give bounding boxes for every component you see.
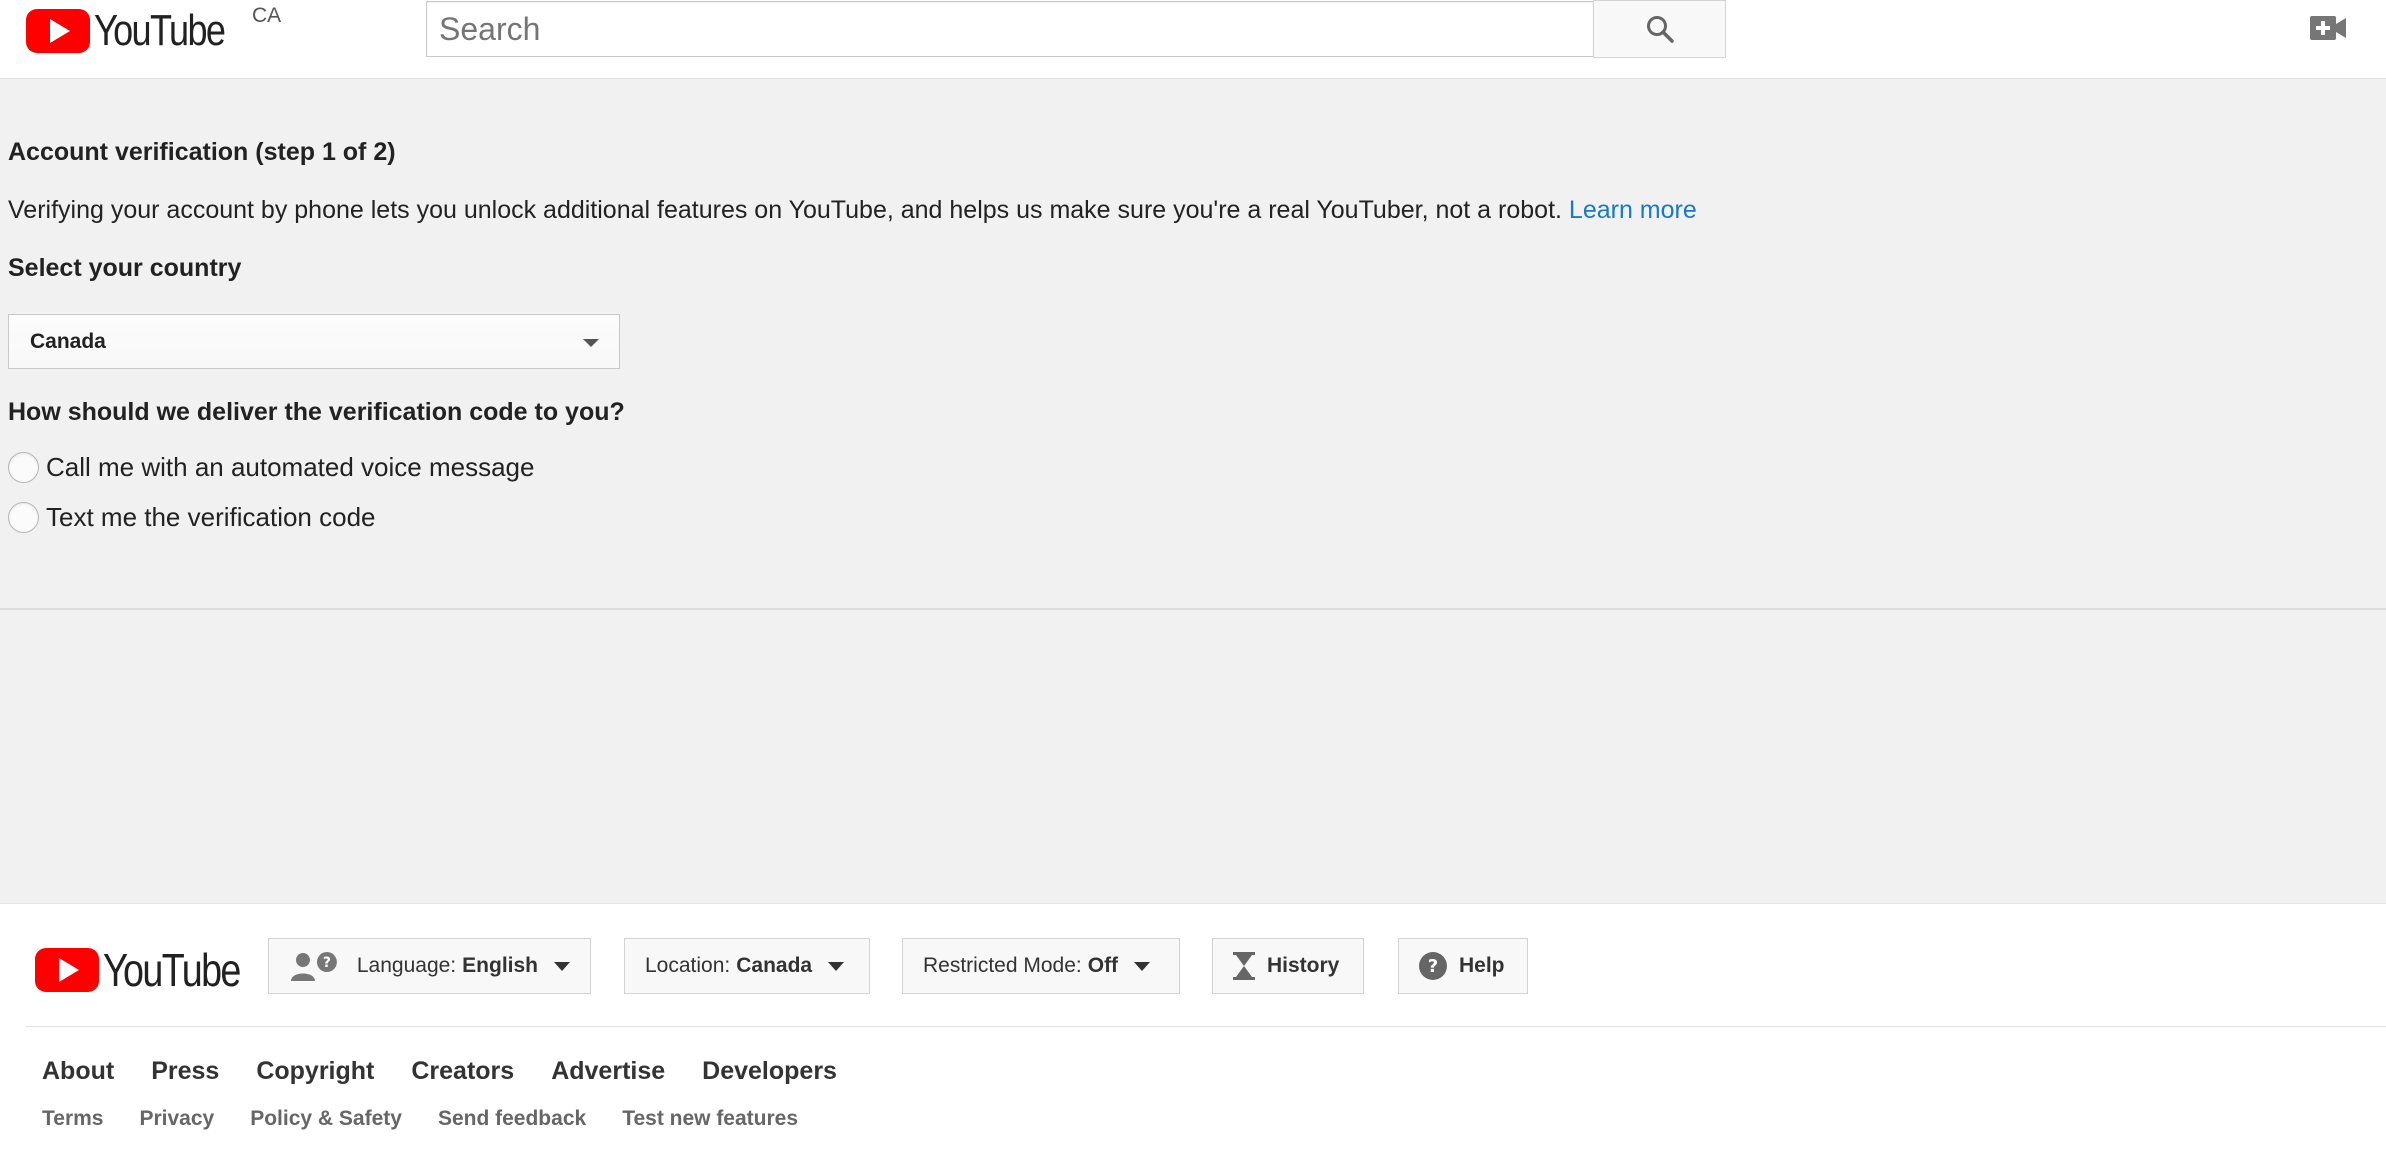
- learn-more-link[interactable]: Learn more: [1569, 196, 1697, 224]
- video-camera-add-icon[interactable]: [2310, 16, 2346, 40]
- verification-description: Verifying your account by phone lets you…: [8, 196, 1697, 225]
- masthead: YouTube CA: [0, 0, 2386, 79]
- chevron-down-icon: [1134, 962, 1150, 971]
- svg-text:?: ?: [323, 955, 331, 971]
- footer-link-developers[interactable]: Developers: [702, 1057, 837, 1086]
- footer-divider: [26, 1026, 2386, 1027]
- option-voice-call-label: Call me with an automated voice message: [46, 452, 534, 483]
- footer-link-press[interactable]: Press: [151, 1057, 219, 1086]
- history-button[interactable]: History: [1212, 938, 1364, 994]
- search-input[interactable]: [426, 1, 1594, 57]
- option-text-message-label: Text me the verification code: [46, 502, 376, 533]
- country-select-value: Canada: [30, 330, 106, 354]
- help-button[interactable]: ? Help: [1398, 938, 1528, 994]
- footer-link-send-feedback[interactable]: Send feedback: [438, 1107, 586, 1131]
- search-icon: [1645, 14, 1675, 44]
- footer-link-policy-safety[interactable]: Policy & Safety: [250, 1107, 402, 1131]
- help-label: Help: [1459, 954, 1505, 978]
- content-divider: [0, 608, 2386, 610]
- description-text: Verifying your account by phone lets you…: [8, 196, 1562, 224]
- restricted-mode-value: Off: [1088, 954, 1118, 978]
- footer-logo-wordmark: YouTube: [103, 943, 240, 997]
- history-label: History: [1267, 954, 1339, 978]
- delivery-method-label: How should we deliver the verification c…: [8, 398, 625, 427]
- verification-panel: Account verification (step 1 of 2) Verif…: [0, 80, 2386, 608]
- youtube-play-icon: [35, 948, 99, 992]
- footer-primary-links: About Press Copyright Creators Advertise…: [42, 1057, 837, 1086]
- language-icon: ?: [289, 951, 343, 981]
- footer-link-copyright[interactable]: Copyright: [256, 1057, 374, 1086]
- language-value: English: [462, 954, 538, 978]
- svg-text:?: ?: [1428, 956, 1438, 977]
- country-select[interactable]: Canada: [8, 314, 620, 369]
- location-button[interactable]: Location: Canada: [624, 938, 870, 994]
- radio-voice-call[interactable]: [8, 452, 39, 483]
- footer-link-creators[interactable]: Creators: [411, 1057, 514, 1086]
- chevron-down-icon: [554, 962, 570, 971]
- footer-secondary-links: Terms Privacy Policy & Safety Send feedb…: [42, 1107, 798, 1131]
- radio-text-message[interactable]: [8, 502, 39, 533]
- footer-link-about[interactable]: About: [42, 1057, 114, 1086]
- location-label: Location:: [645, 954, 730, 978]
- footer-link-privacy[interactable]: Privacy: [139, 1107, 214, 1131]
- hourglass-icon: [1233, 952, 1255, 980]
- youtube-logo[interactable]: YouTube CA: [26, 8, 253, 53]
- option-voice-call[interactable]: Call me with an automated voice message: [8, 452, 534, 483]
- logo-wordmark: YouTube: [94, 6, 224, 56]
- footer-link-terms[interactable]: Terms: [42, 1107, 103, 1131]
- restricted-mode-button[interactable]: Restricted Mode: Off: [902, 938, 1180, 994]
- footer: YouTube ? Language: English Location: Ca…: [0, 903, 2386, 1168]
- country-label: Select your country: [8, 254, 241, 283]
- restricted-mode-label: Restricted Mode:: [923, 954, 1082, 978]
- country-code: CA: [252, 4, 281, 28]
- footer-link-test-new-features[interactable]: Test new features: [622, 1107, 798, 1131]
- page-title: Account verification (step 1 of 2): [8, 138, 396, 167]
- help-icon: ?: [1419, 952, 1447, 980]
- option-text-message[interactable]: Text me the verification code: [8, 502, 376, 533]
- chevron-down-icon: [828, 962, 844, 971]
- search-button[interactable]: [1593, 0, 1726, 58]
- footer-link-advertise[interactable]: Advertise: [551, 1057, 665, 1086]
- location-value: Canada: [736, 954, 812, 978]
- youtube-play-icon: [26, 9, 90, 53]
- chevron-down-icon: [583, 339, 599, 347]
- language-label: Language:: [357, 954, 456, 978]
- footer-youtube-logo[interactable]: YouTube: [35, 943, 270, 997]
- language-button[interactable]: ? Language: English: [268, 938, 591, 994]
